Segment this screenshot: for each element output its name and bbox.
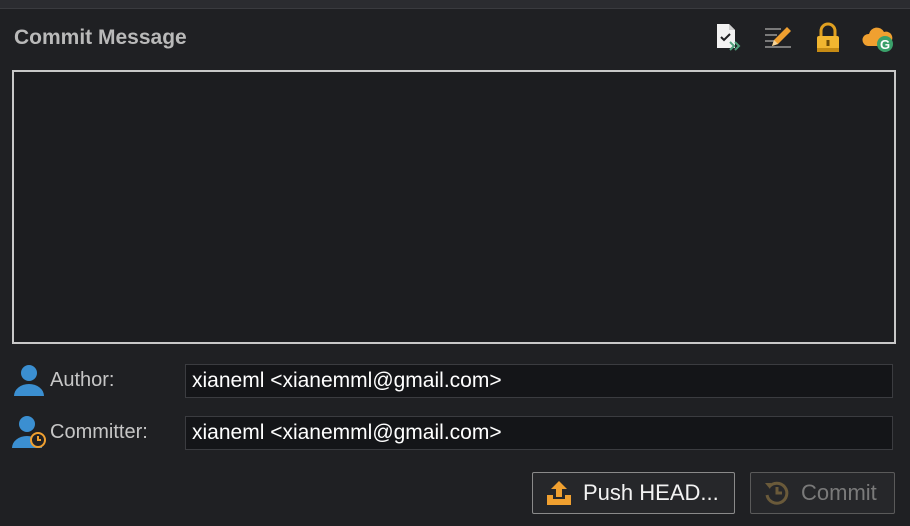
gerrit-change-id-icon[interactable]: G [860, 20, 896, 56]
add-signed-off-by-icon[interactable] [710, 20, 746, 56]
committer-person-icon [12, 416, 46, 448]
panel-top-border [0, 0, 910, 9]
author-person-icon [14, 365, 44, 396]
commit-label: Commit [801, 480, 877, 505]
commit-button[interactable]: Commit [750, 472, 895, 514]
svg-text:G: G [880, 37, 890, 52]
push-head-button[interactable]: Push HEAD... [532, 472, 735, 514]
sign-commit-lock-icon[interactable] [810, 20, 846, 56]
push-head-label: Push HEAD... [583, 480, 719, 505]
commit-history-icon [765, 481, 789, 505]
author-field[interactable] [185, 364, 893, 398]
push-upload-icon [547, 481, 571, 505]
panel-title: Commit Message [14, 26, 187, 49]
amend-edit-icon[interactable] [760, 20, 796, 56]
author-label: Author: [50, 369, 115, 391]
committer-field[interactable] [185, 416, 893, 450]
commit-message-input[interactable] [12, 70, 896, 344]
commit-toolbar: G [710, 20, 896, 56]
committer-label: Committer: [50, 421, 148, 443]
